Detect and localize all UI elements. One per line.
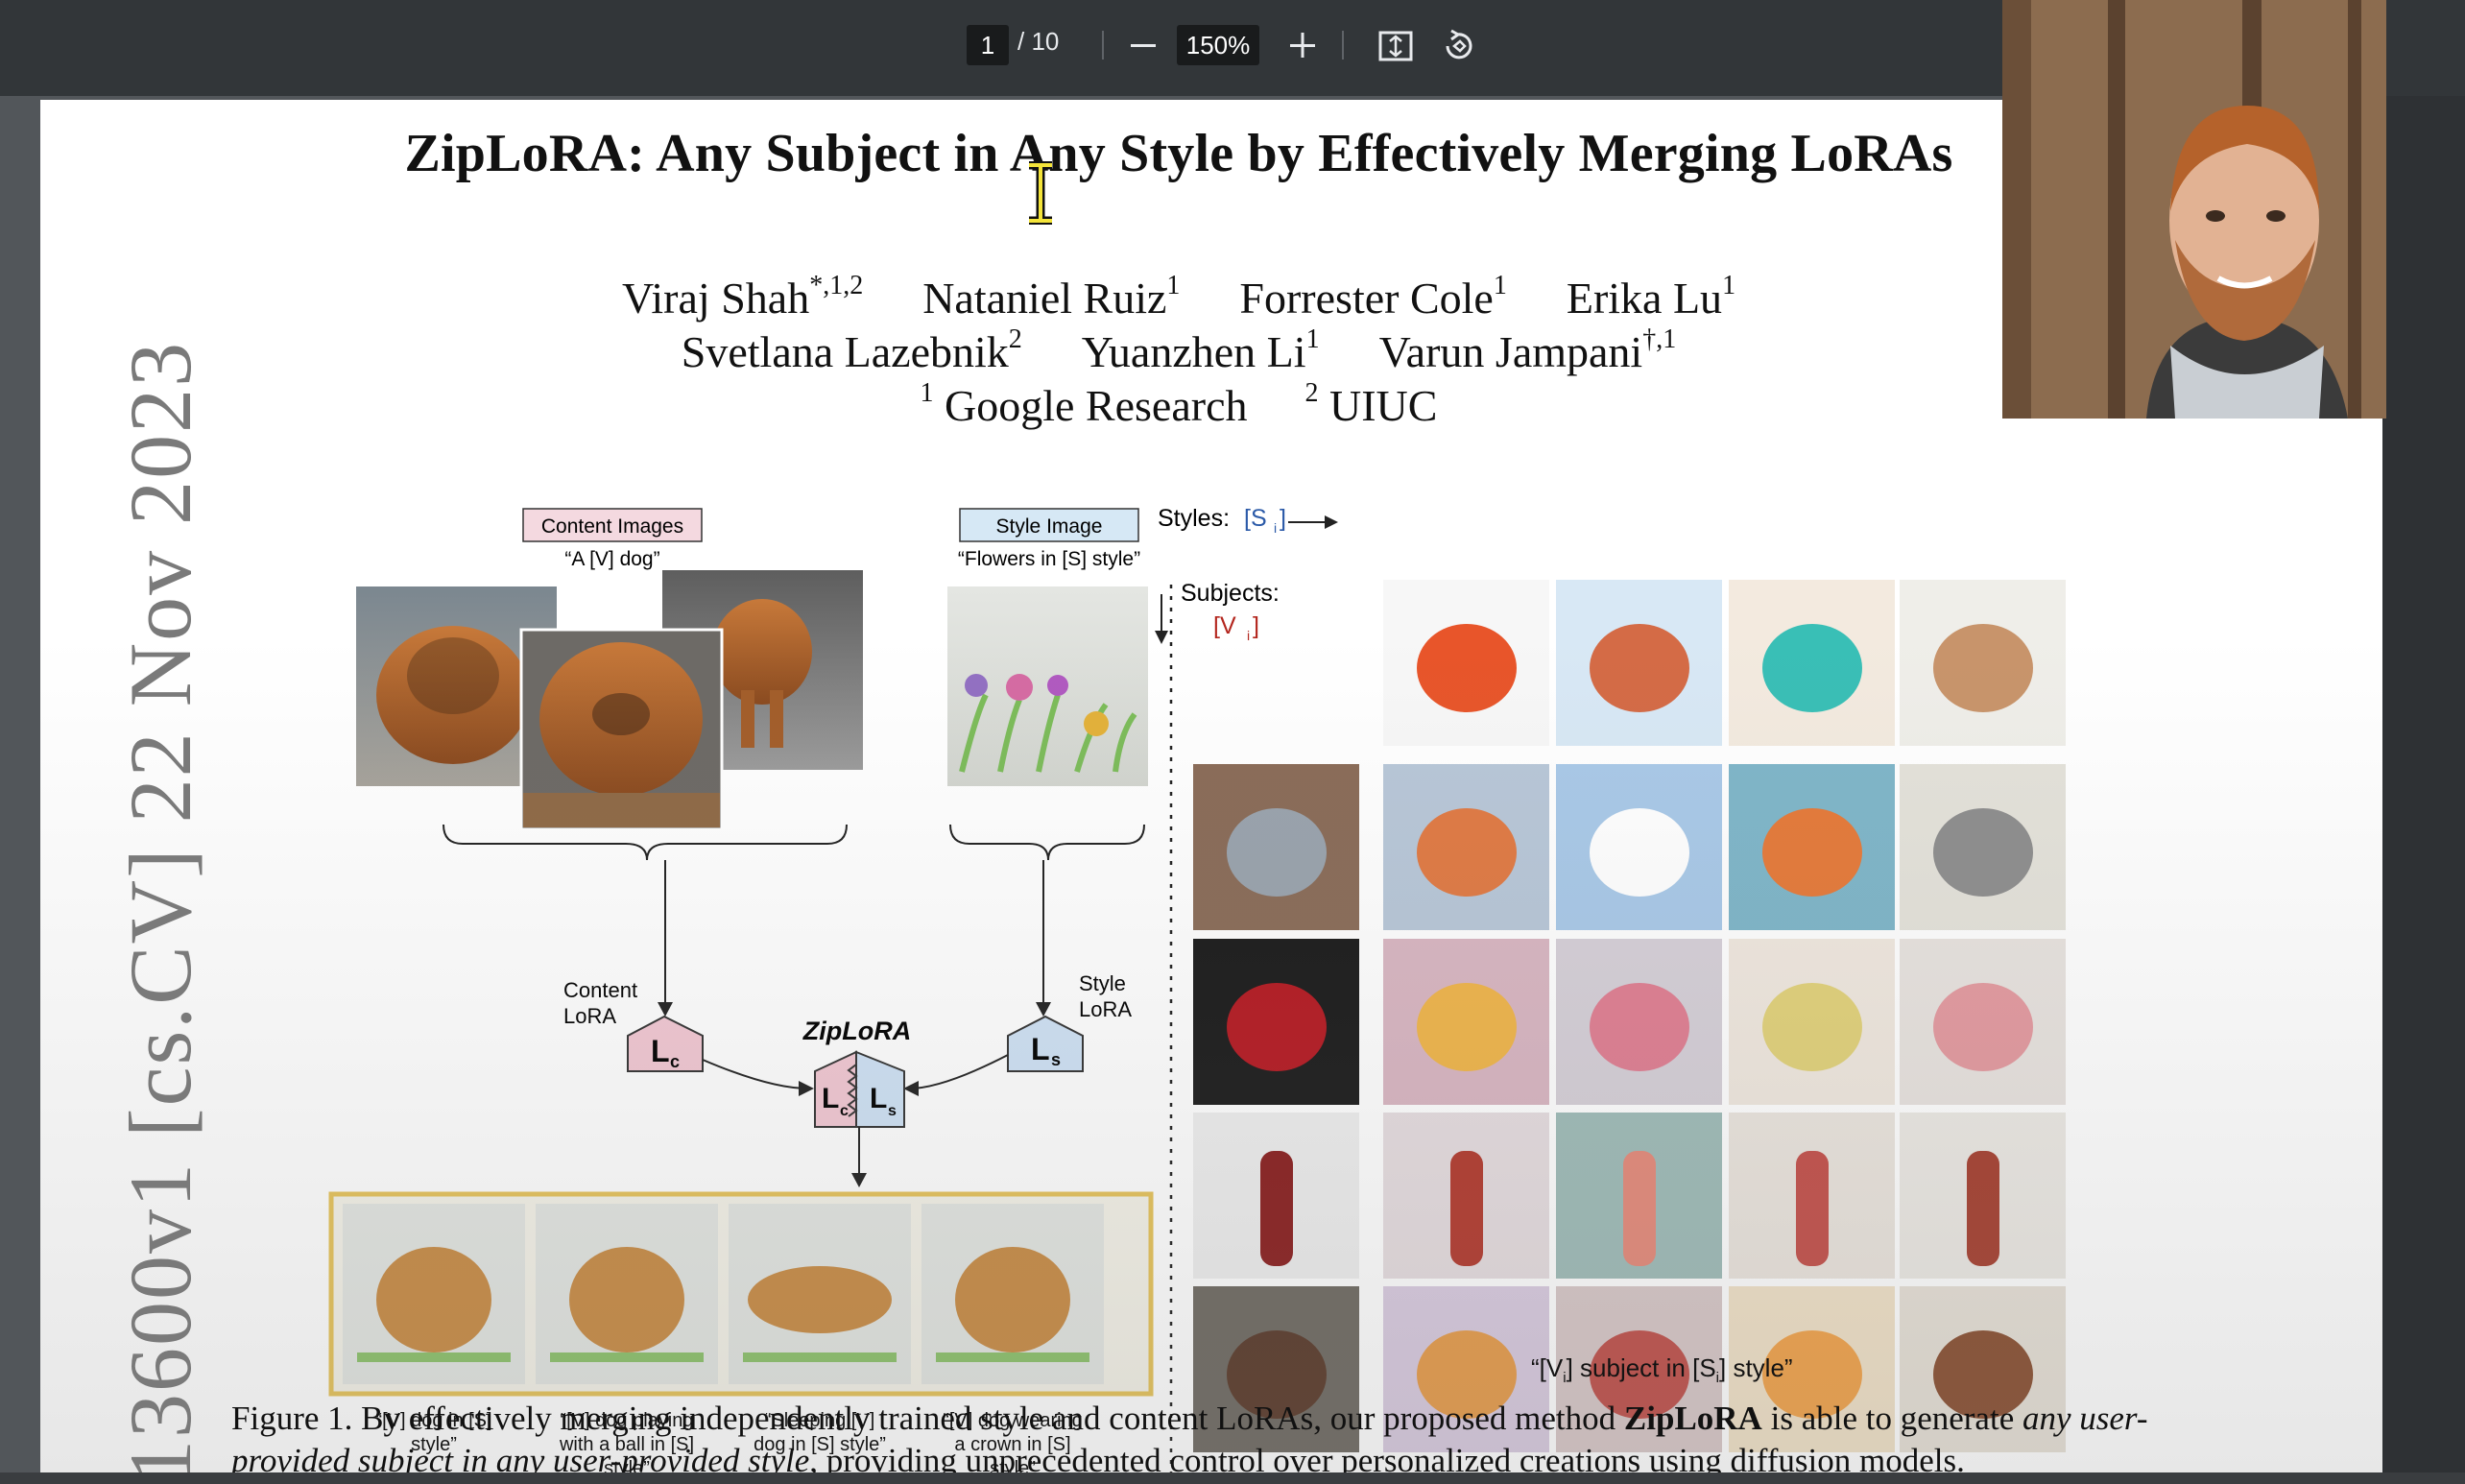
content-images-label: Content Images bbox=[541, 515, 683, 538]
content-lora-label: LoRA bbox=[563, 1004, 616, 1028]
plus-icon bbox=[1290, 33, 1315, 58]
content-lora-symbol: L bbox=[651, 1034, 670, 1068]
minus-icon bbox=[1131, 44, 1156, 47]
fit-to-page-button[interactable] bbox=[1375, 25, 1417, 67]
styles-token-subscript: i bbox=[1274, 520, 1277, 536]
generated-image bbox=[1729, 764, 1895, 930]
generated-image bbox=[1900, 764, 2066, 930]
content-photo-2 bbox=[519, 628, 724, 831]
webcam-overlay bbox=[2002, 0, 2386, 419]
svg-text:]: ] bbox=[1280, 505, 1286, 532]
rotate-button[interactable] bbox=[1436, 25, 1478, 67]
style-reference-image bbox=[1556, 580, 1722, 746]
merged-lc-subscript: c bbox=[840, 1103, 849, 1119]
subject-reference-image bbox=[1193, 939, 1359, 1105]
style-reference-image bbox=[1729, 580, 1895, 746]
figure-caption: Figure 1. By effectively merging indepen… bbox=[231, 1400, 2148, 1479]
style-lora-label: Style bbox=[1079, 971, 1126, 995]
toolbar-divider bbox=[1102, 31, 1104, 60]
generated-image bbox=[1556, 1113, 1722, 1279]
zoom-level-input[interactable]: 150% bbox=[1177, 25, 1259, 65]
toolbar-divider bbox=[1342, 31, 1344, 60]
generated-image bbox=[1383, 764, 1549, 930]
ziplora-label: ZipLoRA bbox=[802, 1017, 911, 1045]
merged-ls-symbol: L bbox=[870, 1083, 887, 1114]
content-prompt: “A [V] dog” bbox=[564, 548, 659, 570]
page-total: / 10 bbox=[1017, 27, 1060, 56]
styles-token: [S bbox=[1244, 505, 1267, 532]
generated-image bbox=[1729, 1113, 1895, 1279]
generated-image bbox=[1383, 939, 1549, 1105]
style-photo bbox=[947, 586, 1148, 786]
style-lora-symbol: L bbox=[1031, 1032, 1050, 1066]
style-prompt: “Flowers in [S] style” bbox=[958, 548, 1140, 570]
fit-to-page-icon bbox=[1378, 31, 1413, 61]
subjects-token-subscript: i bbox=[1247, 628, 1250, 643]
generated-image bbox=[1556, 939, 1722, 1105]
content-lora-subscript: c bbox=[670, 1052, 680, 1071]
styles-label: Styles: bbox=[1158, 505, 1230, 532]
content-lora-label: Content bbox=[563, 978, 637, 1002]
bottom-edge bbox=[0, 1472, 2465, 1484]
subject-reference-image bbox=[1193, 764, 1359, 930]
style-lora-subscript: s bbox=[1051, 1050, 1061, 1069]
rotate-icon bbox=[1446, 29, 1472, 60]
ziplora-merged-block: L c L s bbox=[814, 1050, 905, 1128]
generated-image bbox=[1900, 1113, 2066, 1279]
generated-image bbox=[1383, 1113, 1549, 1279]
output-image bbox=[729, 1204, 911, 1384]
generated-image bbox=[1729, 939, 1895, 1105]
zoom-out-button[interactable] bbox=[1121, 23, 1165, 67]
output-image bbox=[921, 1204, 1104, 1384]
style-lora-label: LoRA bbox=[1079, 997, 1132, 1021]
grid-caption: “[Vi] subject in [Si] style” bbox=[1531, 1353, 1793, 1386]
style-reference-image bbox=[1900, 580, 2066, 746]
presenter-video bbox=[2002, 0, 2386, 419]
text-cursor-icon bbox=[1029, 161, 1052, 225]
subjects-label: Subjects: bbox=[1181, 580, 1280, 607]
output-image bbox=[343, 1204, 525, 1384]
generated-image bbox=[1556, 764, 1722, 930]
style-image-label: Style Image bbox=[996, 515, 1103, 538]
output-image bbox=[536, 1204, 718, 1384]
merged-lc-symbol: L bbox=[822, 1083, 839, 1114]
style-reference-image bbox=[1383, 580, 1549, 746]
zoom-in-button[interactable] bbox=[1280, 23, 1325, 67]
generated-image bbox=[1900, 939, 2066, 1105]
subject-reference-image bbox=[1193, 1113, 1359, 1279]
current-page-input[interactable]: 1 bbox=[967, 25, 1009, 65]
svg-text:]: ] bbox=[1253, 612, 1259, 639]
merged-ls-subscript: s bbox=[888, 1103, 897, 1119]
scrollbar-track[interactable] bbox=[2382, 96, 2465, 1484]
subjects-token: [V bbox=[1213, 612, 1236, 639]
